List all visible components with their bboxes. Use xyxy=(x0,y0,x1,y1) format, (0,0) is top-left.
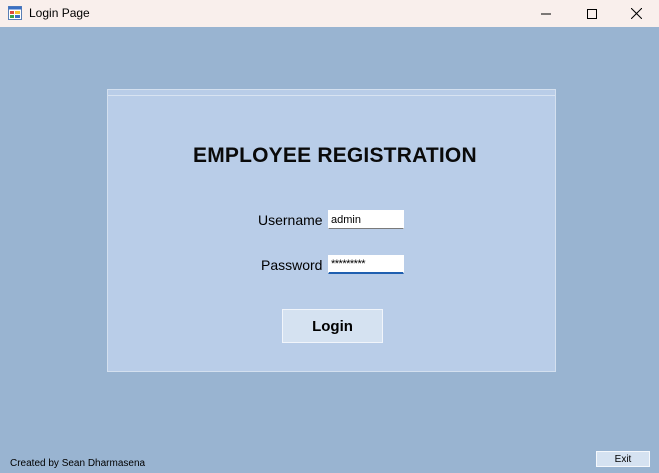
maximize-button[interactable] xyxy=(569,0,615,27)
password-label: Password xyxy=(261,257,323,273)
close-icon xyxy=(630,8,642,19)
minimize-button[interactable] xyxy=(523,0,569,27)
login-panel: EMPLOYEE REGISTRATION Username Password … xyxy=(107,89,556,372)
password-input[interactable] xyxy=(328,255,404,274)
exit-button[interactable]: Exit xyxy=(596,451,650,467)
close-button[interactable] xyxy=(613,0,659,27)
minimize-icon xyxy=(541,13,551,14)
window-title: Login Page xyxy=(29,6,90,20)
username-input[interactable] xyxy=(328,210,404,229)
app-icon xyxy=(8,6,22,20)
title-bar[interactable]: Login Page xyxy=(0,0,659,27)
maximize-icon xyxy=(587,8,597,19)
panel-divider xyxy=(108,95,555,96)
username-label: Username xyxy=(258,212,323,228)
login-window: Login Page EMPLOYEE REGISTRATION Usernam… xyxy=(0,0,659,473)
form-heading: EMPLOYEE REGISTRATION xyxy=(193,144,477,167)
credit-text: Created by Sean Dharmasena xyxy=(10,458,146,469)
login-button[interactable]: Login xyxy=(282,309,383,343)
